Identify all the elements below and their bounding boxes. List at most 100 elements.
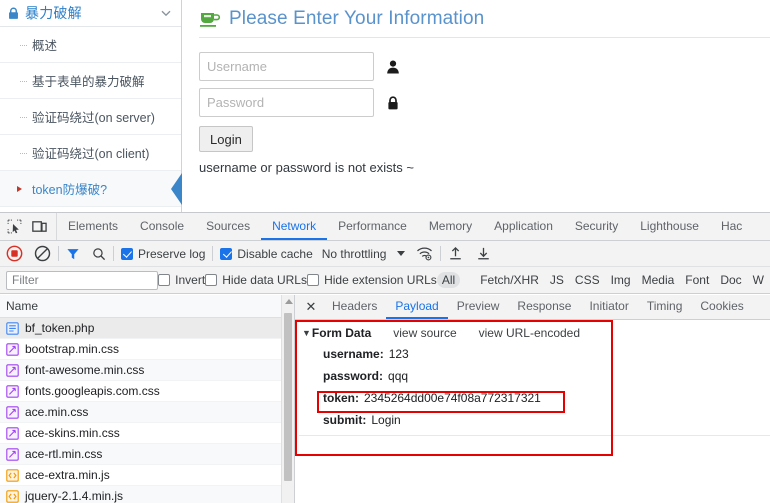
caret-down-icon[interactable]: ▼ xyxy=(302,328,311,338)
web-page-area: 暴力破解 概述 基于表单的暴力破解 验证码绕过(on server) 验证码绕过… xyxy=(0,0,770,212)
filter-input[interactable] xyxy=(6,270,158,290)
table-row[interactable]: ace-rtl.min.css xyxy=(0,444,294,465)
filter-type-font[interactable]: Font xyxy=(680,272,714,288)
record-stop-icon[interactable] xyxy=(6,245,23,262)
tab-network[interactable]: Network xyxy=(261,213,328,240)
view-source-link[interactable]: view source xyxy=(393,326,456,340)
scroll-up-icon[interactable] xyxy=(285,299,293,304)
sidebar-item-label: 验证码绕过(on server) xyxy=(32,111,155,125)
filter-type-js[interactable]: JS xyxy=(545,272,569,288)
tab-hackability[interactable]: Hac xyxy=(710,213,753,240)
chevron-down-icon[interactable] xyxy=(159,6,173,20)
table-row[interactable]: ace-skins.min.css xyxy=(0,423,294,444)
devtools-panel: Elements Console Sources Network Perform… xyxy=(0,212,770,503)
detail-tab-payload[interactable]: Payload xyxy=(386,295,448,319)
close-icon[interactable]: ✕ xyxy=(299,295,323,319)
request-name: bf_token.php xyxy=(25,321,95,335)
payload-key: username: xyxy=(323,347,384,361)
hide-data-urls-checkbox[interactable]: Hide data URLs xyxy=(205,273,307,287)
table-row[interactable]: ace-extra.min.js xyxy=(0,465,294,486)
filter-type-ws[interactable]: W xyxy=(748,272,769,288)
payload-value: qqq xyxy=(388,369,409,383)
document-icon xyxy=(6,321,19,335)
payload-field-submit: submit: Login xyxy=(299,413,770,427)
login-button[interactable]: Login xyxy=(199,126,253,152)
sidebar-header[interactable]: 暴力破解 xyxy=(0,0,181,27)
throttling-select[interactable]: No throttling xyxy=(322,247,387,261)
request-name: jquery-2.1.4.min.js xyxy=(25,489,124,503)
export-har-icon[interactable] xyxy=(476,246,491,261)
form-data-section-header[interactable]: ▼ Form Data view source view URL-encoded xyxy=(299,326,770,340)
script-icon xyxy=(6,489,19,503)
tab-application[interactable]: Application xyxy=(483,213,564,240)
username-input[interactable] xyxy=(199,52,374,81)
payload-value: Login xyxy=(371,413,401,427)
table-row[interactable]: ace.min.css xyxy=(0,402,294,423)
sidebar-item-overview[interactable]: 概述 xyxy=(0,27,181,63)
network-conditions-icon[interactable] xyxy=(416,246,433,261)
requests-column-header[interactable]: Name xyxy=(0,295,294,318)
detail-tab-cookies[interactable]: Cookies xyxy=(691,295,752,319)
view-url-encoded-link[interactable]: view URL-encoded xyxy=(479,326,580,340)
search-icon[interactable] xyxy=(92,247,106,261)
tab-sources[interactable]: Sources xyxy=(195,213,261,240)
tab-elements[interactable]: Elements xyxy=(57,213,129,240)
table-row[interactable]: bf_token.php xyxy=(0,318,294,339)
tab-console[interactable]: Console xyxy=(129,213,195,240)
invert-label: Invert xyxy=(175,273,206,287)
tree-branch-icon xyxy=(20,80,27,82)
chevron-down-icon[interactable] xyxy=(397,251,406,256)
active-pointer-icon xyxy=(169,171,182,207)
user-icon xyxy=(386,59,400,75)
filter-type-fetch-xhr[interactable]: Fetch/XHR xyxy=(475,272,544,288)
import-har-icon[interactable] xyxy=(448,246,463,261)
sidebar-item-captcha-server[interactable]: 验证码绕过(on server) xyxy=(0,99,181,135)
table-row[interactable]: font-awesome.min.css xyxy=(0,360,294,381)
table-row[interactable]: fonts.googleapis.com.css xyxy=(0,381,294,402)
filter-type-doc[interactable]: Doc xyxy=(715,272,746,288)
filter-type-media[interactable]: Media xyxy=(637,272,680,288)
detail-tab-initiator[interactable]: Initiator xyxy=(580,295,637,319)
hide-extension-urls-checkbox[interactable]: Hide extension URLs xyxy=(307,273,437,287)
tree-branch-icon xyxy=(20,116,27,118)
lock-icon xyxy=(386,95,400,111)
stylesheet-icon xyxy=(6,405,19,419)
stylesheet-icon xyxy=(6,342,19,356)
tab-lighthouse[interactable]: Lighthouse xyxy=(629,213,710,240)
detail-tab-response[interactable]: Response xyxy=(508,295,580,319)
tab-performance[interactable]: Performance xyxy=(327,213,418,240)
table-row[interactable]: bootstrap.min.css xyxy=(0,339,294,360)
password-input[interactable] xyxy=(199,88,374,117)
request-detail-pane: ✕ Headers Payload Preview Response Initi… xyxy=(295,295,770,503)
sidebar-item-token[interactable]: token防爆破? xyxy=(0,171,182,207)
invert-checkbox[interactable]: Invert xyxy=(158,273,205,287)
tab-security[interactable]: Security xyxy=(564,213,629,240)
tab-memory[interactable]: Memory xyxy=(418,213,483,240)
filter-type-css[interactable]: CSS xyxy=(570,272,605,288)
sidebar-item-captcha-client[interactable]: 验证码绕过(on client) xyxy=(0,135,181,171)
payload-divider xyxy=(299,435,770,436)
requests-scrollbar[interactable] xyxy=(281,295,294,503)
coffee-cup-icon xyxy=(199,10,221,28)
disable-cache-checkbox[interactable]: Disable cache xyxy=(220,247,313,261)
scrollbar-thumb[interactable] xyxy=(284,313,292,481)
caret-right-icon xyxy=(17,185,22,192)
payload-field-password: password: qqq xyxy=(299,369,770,383)
filter-type-img[interactable]: Img xyxy=(606,272,636,288)
device-toolbar-icon[interactable] xyxy=(32,219,47,234)
preserve-log-checkbox[interactable]: Preserve log xyxy=(121,247,205,261)
sidebar-item-form-brute-force[interactable]: 基于表单的暴力破解 xyxy=(0,63,181,99)
detail-tab-preview[interactable]: Preview xyxy=(448,295,509,319)
devtools-tabbar: Elements Console Sources Network Perform… xyxy=(0,213,770,241)
screenshot-root: 暴力破解 概述 基于表单的暴力破解 验证码绕过(on server) 验证码绕过… xyxy=(0,0,770,503)
toolbar-divider xyxy=(113,246,114,261)
inspect-element-icon[interactable] xyxy=(7,219,22,234)
detail-tab-timing[interactable]: Timing xyxy=(638,295,692,319)
sidebar-item-label: token防爆破? xyxy=(32,183,108,197)
table-row[interactable]: jquery-2.1.4.min.js xyxy=(0,486,294,503)
detail-tab-headers[interactable]: Headers xyxy=(323,295,386,319)
login-form: Login username or password is not exists… xyxy=(199,38,770,175)
filter-funnel-icon[interactable] xyxy=(66,247,80,261)
filter-type-all[interactable]: All xyxy=(436,272,461,288)
clear-icon[interactable] xyxy=(34,245,51,262)
